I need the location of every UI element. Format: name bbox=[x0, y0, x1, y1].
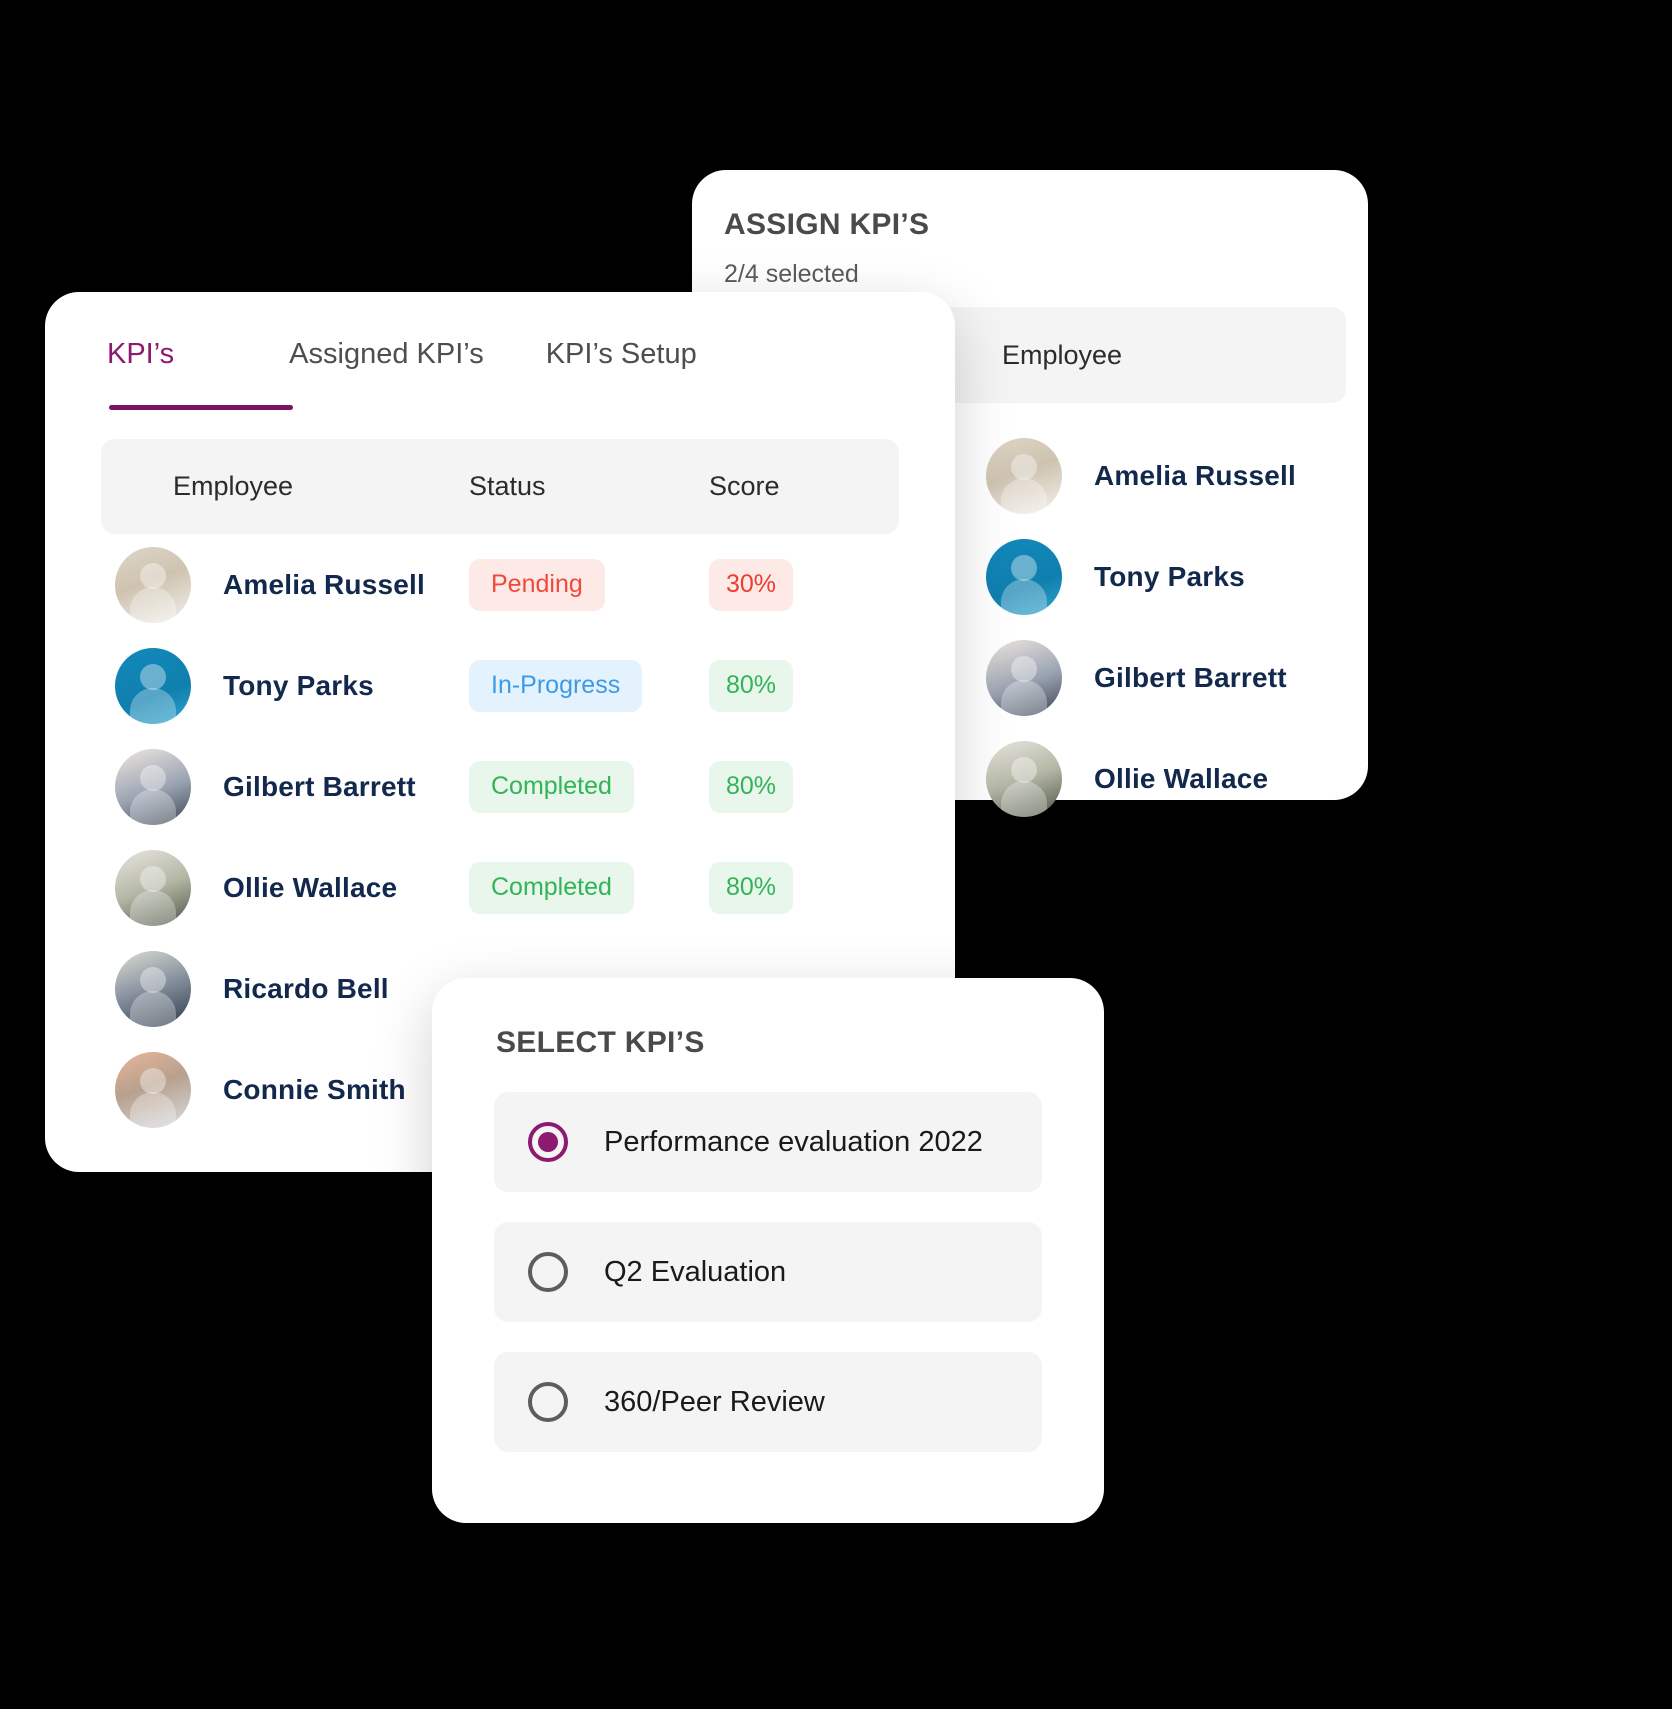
kpi-option[interactable]: 360/Peer Review bbox=[494, 1352, 1042, 1452]
avatar bbox=[115, 849, 191, 926]
cell-status: In-Progress bbox=[469, 659, 709, 712]
avatar bbox=[986, 639, 1062, 716]
select-kpis-title: SELECT KPI’S bbox=[496, 1026, 705, 1059]
kpi-option[interactable]: Q2 Evaluation bbox=[494, 1222, 1042, 1322]
cell-score: 80% bbox=[709, 659, 889, 712]
avatar bbox=[115, 647, 191, 724]
assign-kpis-title: ASSIGN KPI’S bbox=[724, 208, 930, 241]
cell-status: Completed bbox=[469, 861, 709, 914]
assign-employee-name: Amelia Russell bbox=[1094, 459, 1296, 491]
kpi-table-header-row: Employee Status Score bbox=[101, 439, 899, 534]
employee-name: Connie Smith bbox=[223, 1073, 406, 1105]
avatar bbox=[115, 546, 191, 623]
cell-employee: Ricardo Bell bbox=[101, 950, 469, 1027]
cell-employee: Amelia Russell bbox=[101, 546, 469, 623]
employee-name: Ollie Wallace bbox=[223, 871, 398, 903]
score-badge: 30% bbox=[709, 558, 793, 611]
tab-kpis[interactable]: KPI’s bbox=[107, 338, 174, 371]
status-badge: Pending bbox=[469, 558, 605, 611]
table-row[interactable]: Ollie Wallace Completed 80% bbox=[101, 837, 899, 938]
cell-score: 30% bbox=[709, 558, 889, 611]
employee-name: Ricardo Bell bbox=[223, 972, 389, 1004]
avatar bbox=[115, 1051, 191, 1128]
assign-employee-name: Tony Parks bbox=[1094, 560, 1245, 592]
assign-kpis-selected-count: 2/4 selected bbox=[724, 260, 859, 288]
employee-name: Gilbert Barrett bbox=[223, 770, 416, 802]
select-kpis-panel: SELECT KPI’S Performance evaluation 2022… bbox=[432, 978, 1104, 1523]
avatar bbox=[986, 437, 1062, 514]
assign-kpis-header: ASSIGN KPI’S 2/4 selected bbox=[692, 170, 1368, 289]
kpi-option[interactable]: Performance evaluation 2022 bbox=[494, 1092, 1042, 1192]
kpi-option-label: Performance evaluation 2022 bbox=[604, 1125, 983, 1158]
assign-employee-header-label: Employee bbox=[1002, 339, 1123, 370]
status-badge: Completed bbox=[469, 861, 634, 914]
tab-kpis-setup[interactable]: KPI’s Setup bbox=[546, 338, 697, 371]
score-badge: 80% bbox=[709, 861, 793, 914]
avatar bbox=[115, 748, 191, 825]
active-tab-indicator bbox=[109, 405, 293, 410]
tab-assigned-kpis[interactable]: Assigned KPI’s bbox=[289, 338, 484, 371]
radio-button-icon[interactable] bbox=[528, 1382, 568, 1422]
assign-employee-name: Gilbert Barrett bbox=[1094, 661, 1287, 693]
cell-employee: Tony Parks bbox=[101, 647, 469, 724]
kpi-option-label: 360/Peer Review bbox=[604, 1385, 825, 1418]
cell-employee: Connie Smith bbox=[101, 1051, 469, 1128]
status-badge: Completed bbox=[469, 760, 634, 813]
cell-score: 80% bbox=[709, 760, 889, 813]
table-row[interactable]: Gilbert Barrett Completed 80% bbox=[101, 736, 899, 837]
status-badge: In-Progress bbox=[469, 659, 643, 712]
avatar bbox=[115, 950, 191, 1027]
radio-button-icon[interactable] bbox=[528, 1122, 568, 1162]
select-kpis-option-list: Performance evaluation 2022 Q2 Evaluation… bbox=[432, 1060, 1104, 1452]
avatar bbox=[986, 740, 1062, 817]
kpi-tab-bar: KPI’s Assigned KPI’s KPI’s Setup bbox=[45, 292, 955, 410]
table-row[interactable]: Amelia Russell Pending 30% bbox=[101, 534, 899, 635]
cell-score: 80% bbox=[709, 861, 889, 914]
cell-employee: Ollie Wallace bbox=[101, 849, 469, 926]
employee-name: Amelia Russell bbox=[223, 568, 425, 600]
assign-employee-name: Ollie Wallace bbox=[1094, 762, 1269, 794]
radio-button-icon[interactable] bbox=[528, 1252, 568, 1292]
employee-name: Tony Parks bbox=[223, 669, 374, 701]
score-badge: 80% bbox=[709, 659, 793, 712]
table-row[interactable]: Tony Parks In-Progress 80% bbox=[101, 635, 899, 736]
kpi-option-label: Q2 Evaluation bbox=[604, 1255, 787, 1288]
kpi-header-employee: Employee bbox=[173, 471, 294, 501]
kpi-header-score: Score bbox=[709, 471, 780, 501]
cell-status: Pending bbox=[469, 558, 709, 611]
kpi-header-status: Status bbox=[469, 471, 546, 501]
avatar bbox=[986, 538, 1062, 615]
screenshot-stage: ASSIGN KPI’S 2/4 selected Employee Ameli… bbox=[0, 0, 1672, 1709]
cell-employee: Gilbert Barrett bbox=[101, 748, 469, 825]
cell-status: Completed bbox=[469, 760, 709, 813]
score-badge: 80% bbox=[709, 760, 793, 813]
